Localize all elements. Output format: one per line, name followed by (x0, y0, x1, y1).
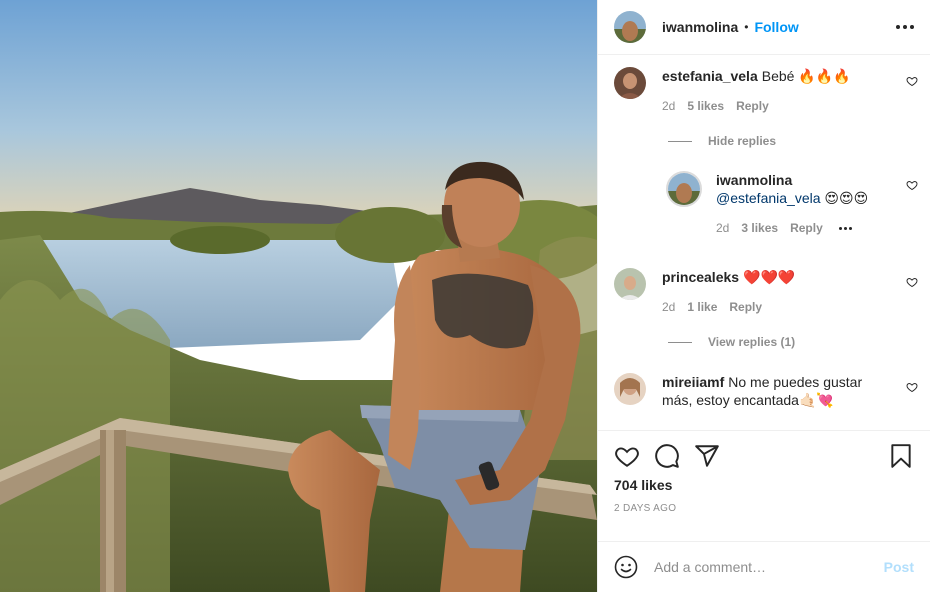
comment-meta: 2d 3 likes Reply (716, 219, 888, 237)
reply-item: iwanmolina @estefania_vela 😍😍😍 2d 3 like… (666, 171, 918, 237)
post-photo[interactable] (0, 0, 597, 592)
comments-list[interactable]: estefania_vela Bebé 🔥🔥🔥 2d 5 likes Reply … (598, 55, 930, 430)
comment-time[interactable]: 2d (662, 97, 675, 115)
post-header: iwanmolina • Follow (598, 0, 930, 55)
post-image (0, 0, 597, 592)
post-actions: 704 likes 2 DAYS AGO (598, 430, 930, 541)
avatar-image (614, 11, 646, 43)
instagram-post: iwanmolina • Follow estefania_vela Bebé 🔥 (0, 0, 930, 592)
comment-body: mireiiamf No me puedes gustar más, estoy … (662, 373, 918, 409)
comment-text: Bebé 🔥🔥🔥 (761, 68, 851, 84)
add-comment-bar: Post (598, 541, 930, 592)
comment-body: estefania_vela Bebé 🔥🔥🔥 2d 5 likes Reply (662, 67, 918, 115)
reply-avatar[interactable] (666, 171, 702, 207)
comment-item: princealeks ❤️❤️❤️ 2d 1 like Reply (614, 268, 918, 316)
avatar-image (614, 268, 646, 300)
post-comment-button[interactable]: Post (884, 559, 914, 575)
comment-text: ❤️❤️❤️ (743, 269, 796, 285)
reply-button[interactable]: Reply (736, 97, 769, 115)
comment-input[interactable] (654, 559, 884, 575)
comment-time[interactable]: 2d (716, 219, 729, 237)
view-replies-button[interactable]: View replies (1) (668, 335, 795, 349)
reply-button[interactable]: Reply (729, 298, 762, 316)
hide-replies-button[interactable]: Hide replies (668, 134, 776, 148)
header-separator: • (744, 20, 749, 34)
comment-heart-icon[interactable] (906, 179, 918, 191)
comment-time[interactable]: 2d (662, 298, 675, 316)
post-side-panel: iwanmolina • Follow estefania_vela Bebé 🔥 (597, 0, 930, 592)
comment-heart-icon[interactable] (906, 381, 918, 393)
comment-heart-icon[interactable] (906, 75, 918, 87)
comment-likes[interactable]: 3 likes (741, 219, 778, 237)
likes-count[interactable]: 704 likes (598, 469, 930, 493)
author-username[interactable]: iwanmolina (662, 19, 738, 35)
post-date[interactable]: 2 DAYS AGO (598, 493, 930, 514)
comment-meta: 2d 5 likes Reply (662, 97, 888, 115)
bookmark-icon[interactable] (888, 443, 914, 469)
avatar-image (614, 67, 646, 99)
action-bar (598, 431, 930, 469)
comment-options-icon[interactable] (838, 226, 852, 230)
comment-likes[interactable]: 1 like (687, 298, 717, 316)
comment-username[interactable]: princealeks (662, 269, 739, 285)
comment-mention[interactable]: @estefania_vela (716, 190, 821, 206)
reply-button[interactable]: Reply (790, 219, 823, 237)
avatar-image (668, 173, 700, 205)
heart-icon[interactable] (614, 443, 640, 469)
smiley-icon[interactable] (614, 555, 638, 579)
hide-replies-label: Hide replies (708, 134, 777, 148)
paper-plane-icon[interactable] (694, 443, 720, 469)
commenter-avatar[interactable] (614, 373, 646, 405)
comment-text: 😍😍😍 (820, 190, 869, 206)
comment-item: mireiiamf No me puedes gustar más, estoy … (614, 373, 918, 409)
author-avatar[interactable] (614, 11, 646, 43)
view-replies-label: View replies (1) (708, 335, 796, 349)
comment-username[interactable]: estefania_vela (662, 68, 758, 84)
comment-icon[interactable] (654, 443, 680, 469)
comment-heart-icon[interactable] (906, 276, 918, 288)
comment-body: princealeks ❤️❤️❤️ 2d 1 like Reply (662, 268, 918, 316)
comment-meta: 2d 1 like Reply (662, 298, 888, 316)
comment-likes[interactable]: 5 likes (687, 97, 724, 115)
comment-item: estefania_vela Bebé 🔥🔥🔥 2d 5 likes Reply (614, 67, 918, 115)
commenter-avatar[interactable] (614, 67, 646, 99)
replies-divider (668, 341, 692, 343)
commenter-avatar[interactable] (614, 268, 646, 300)
comment-username[interactable]: mireiiamf (662, 374, 724, 390)
comment-username[interactable]: iwanmolina (716, 172, 792, 188)
avatar-image (614, 373, 646, 405)
follow-button[interactable]: Follow (754, 19, 798, 35)
more-options-icon[interactable] (896, 21, 914, 33)
comment-body: iwanmolina @estefania_vela 😍😍😍 2d 3 like… (716, 171, 918, 237)
replies-divider (668, 140, 692, 142)
